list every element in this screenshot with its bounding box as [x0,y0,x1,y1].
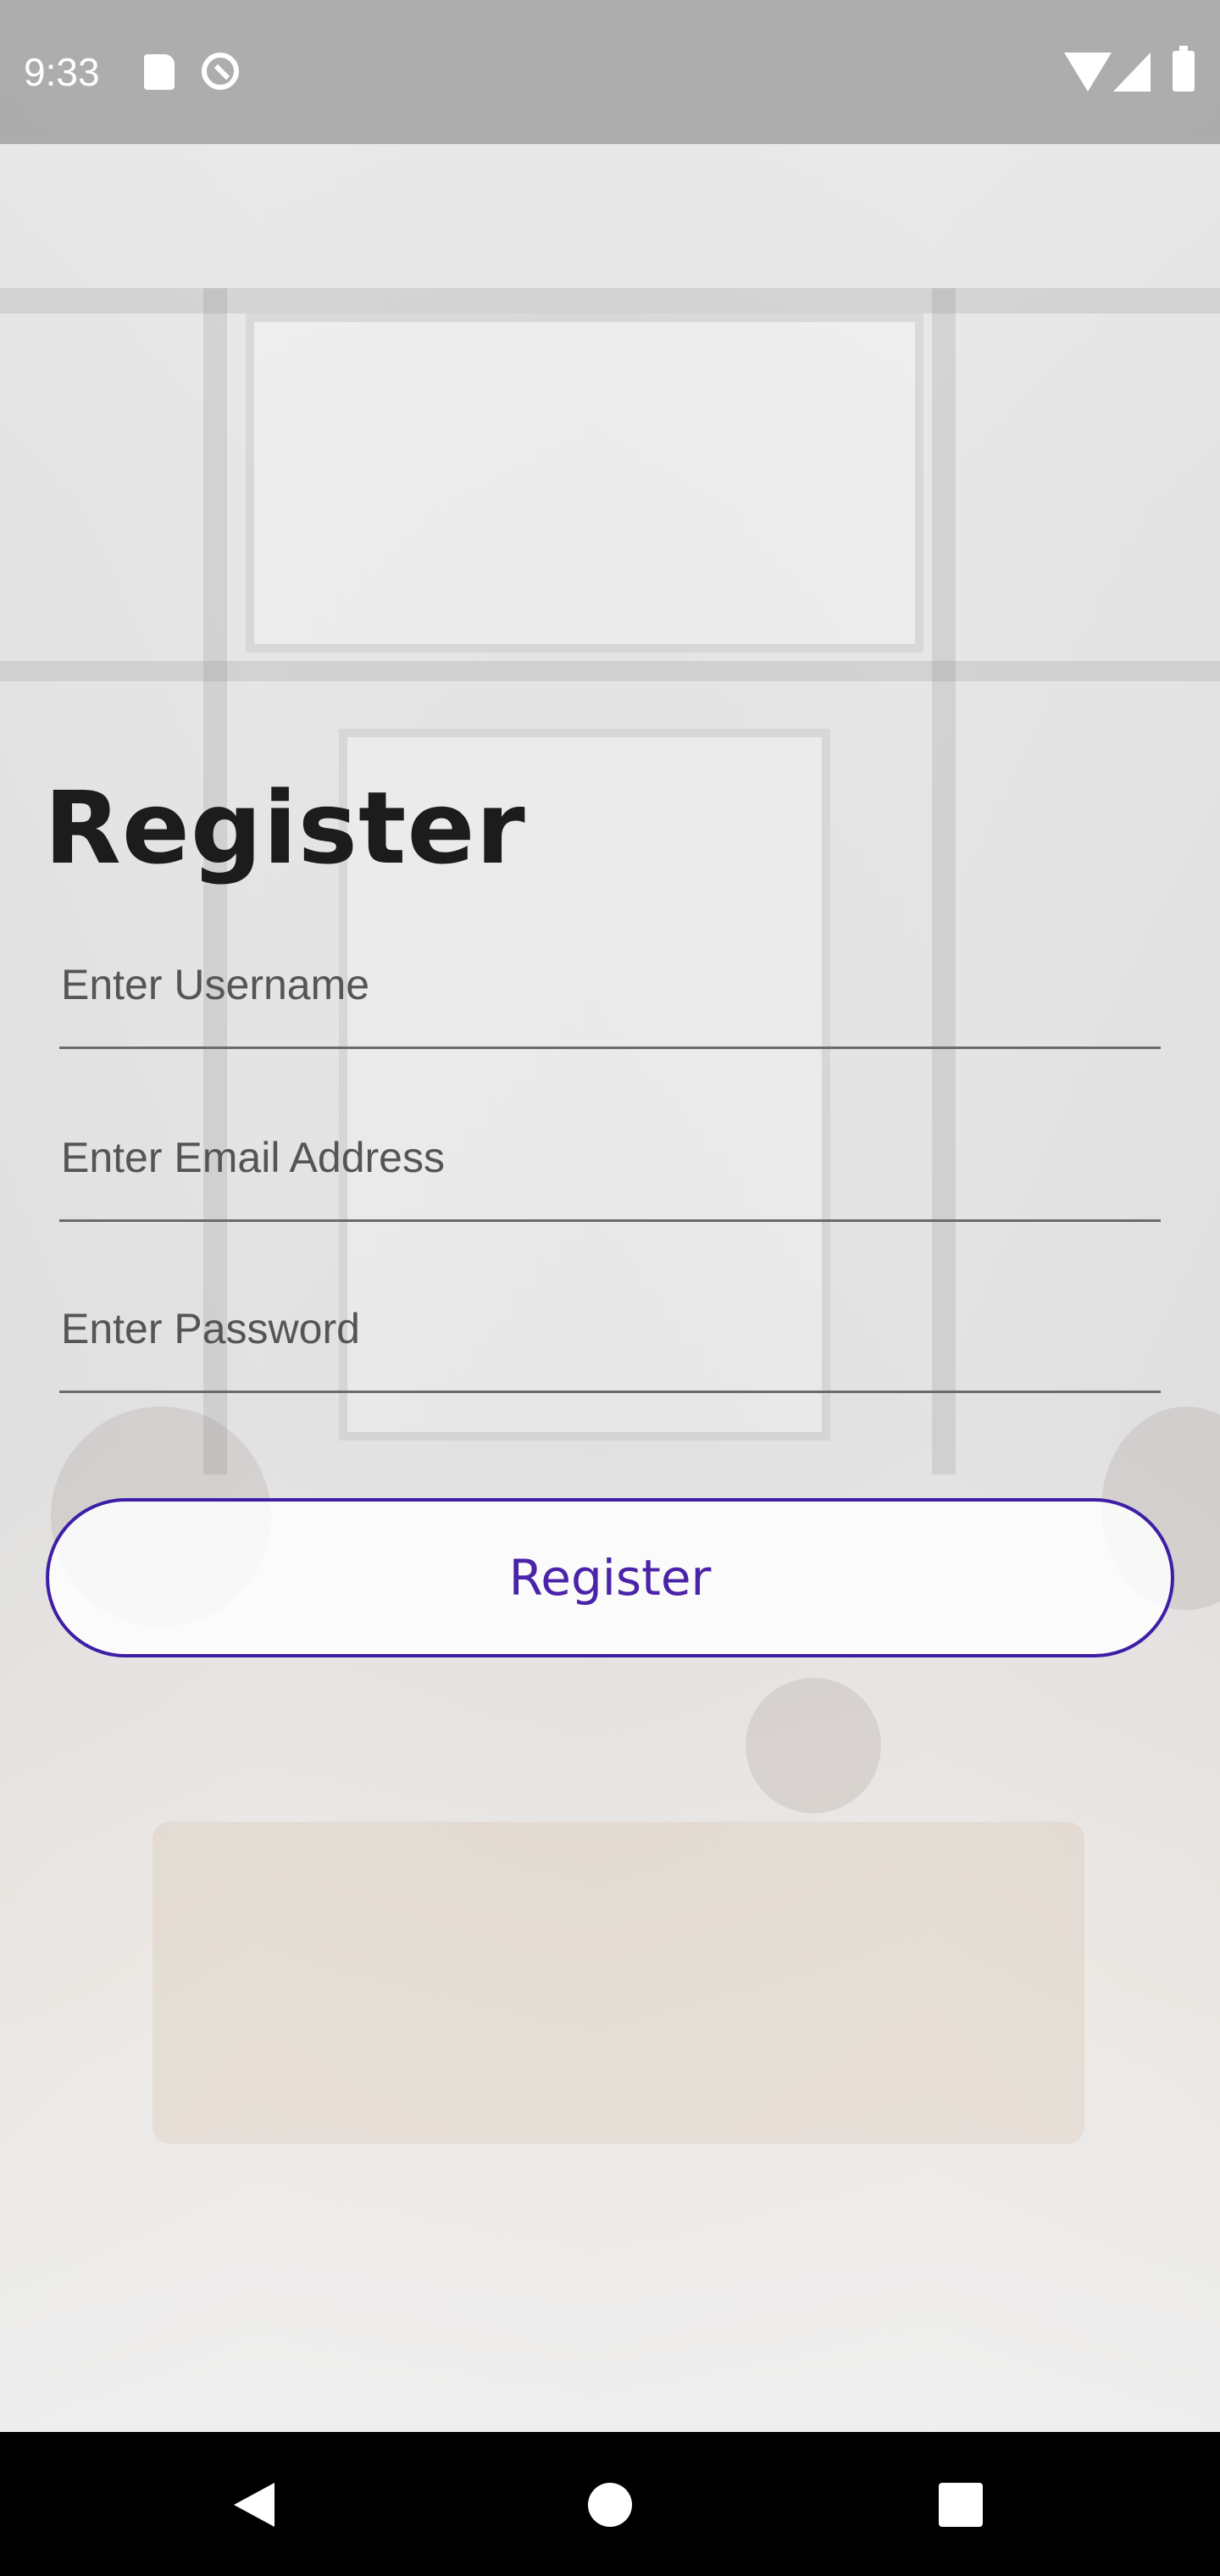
back-icon[interactable] [234,2483,274,2527]
register-screen: 9:33 Register Register [0,0,1220,2576]
register-button[interactable]: Register [46,1498,1174,1657]
email-field-container [59,1095,1161,1222]
username-field-container [59,922,1161,1049]
register-button-label: Register [508,1549,712,1607]
battery-icon [1173,46,1195,92]
status-bar: 9:33 [0,0,1220,144]
email-input[interactable] [59,1095,1161,1222]
username-input[interactable] [59,922,1161,1049]
sd-card-icon [144,54,175,90]
page-title: Register [44,769,526,886]
password-input[interactable] [59,1266,1161,1393]
recents-icon[interactable] [939,2483,983,2527]
wifi-icon [1064,53,1112,92]
signal-icon [1113,53,1151,92]
sync-disabled-icon [202,53,239,90]
password-field-container [59,1266,1161,1393]
status-time: 9:33 [24,50,100,94]
home-icon[interactable] [588,2483,632,2527]
